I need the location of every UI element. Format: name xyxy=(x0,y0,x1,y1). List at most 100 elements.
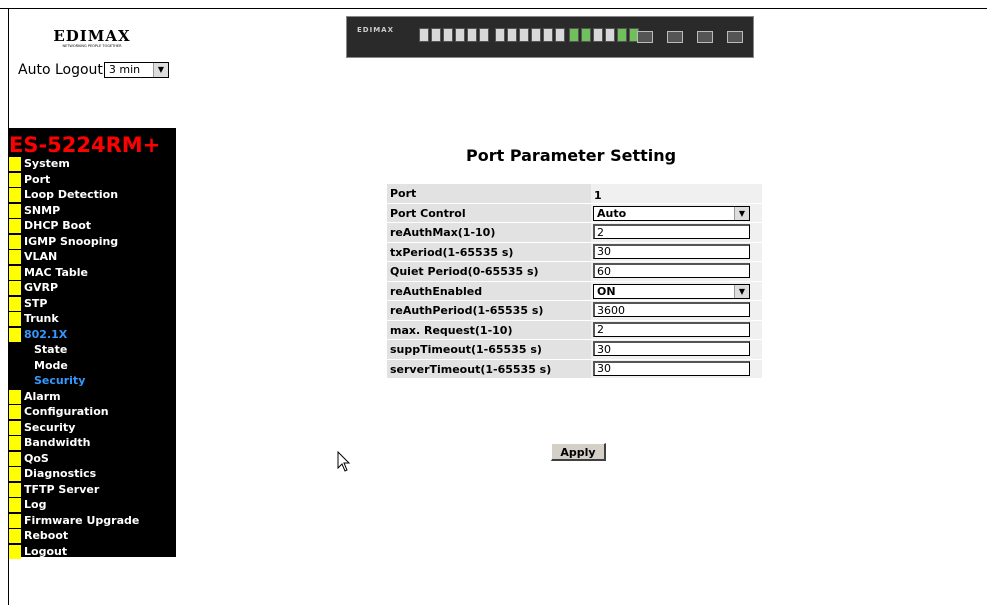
sfp-port-icon xyxy=(697,31,713,43)
bullet-square-icon xyxy=(9,405,21,419)
table-row: Port 1 xyxy=(387,184,762,204)
sidebar-item-tftp-server[interactable]: TFTP Server xyxy=(9,482,176,499)
sidebar-item-log[interactable]: Log xyxy=(9,498,176,514)
port-group-3 xyxy=(569,28,639,46)
quiet-period-input[interactable] xyxy=(593,263,750,278)
sidebar-item-snmp[interactable]: SNMP xyxy=(9,203,176,220)
row-label-servertimeout: serverTimeout(1-65535 s) xyxy=(387,359,591,379)
auto-logout-label: Auto Logout xyxy=(18,62,103,78)
reauthenabled-select[interactable]: ON ▼ xyxy=(593,283,750,299)
row-cell xyxy=(591,320,762,340)
sidebar-item-mac-table[interactable]: MAC Table xyxy=(9,265,176,282)
row-label-reauthperiod: reAuthPeriod(1-65535 s) xyxy=(387,301,591,321)
sidebar-item-dhcp-boot[interactable]: DHCP Boot xyxy=(9,219,176,235)
bullet-square-icon xyxy=(9,296,21,311)
mouse-pointer-icon xyxy=(337,451,351,472)
sfp-port-icon xyxy=(667,31,683,43)
sidebar-item-gvrp[interactable]: GVRP xyxy=(9,281,176,297)
bullet-square-icon xyxy=(9,327,21,342)
txperiod-input[interactable] xyxy=(593,243,750,259)
sidebar-item-label: DHCP Boot xyxy=(24,219,92,232)
reauthperiod-input[interactable] xyxy=(593,302,750,317)
port-icon xyxy=(531,28,541,42)
sidebar-item-label: Security xyxy=(24,420,76,434)
sidebar-item-reboot[interactable]: Reboot xyxy=(9,529,176,545)
sidebar-item-label: Configuration xyxy=(24,405,109,418)
sidebar-item-alarm[interactable]: Alarm xyxy=(9,389,176,406)
sidebar-subitem-security[interactable]: Security xyxy=(9,374,176,390)
row-cell: Auto ▼ xyxy=(591,203,762,223)
sidebar-item-port[interactable]: Port xyxy=(9,172,176,189)
sidebar-menu: System Port Loop Detection SNMP DHCP Boo… xyxy=(9,157,176,560)
sidebar-item-trunk[interactable]: Trunk xyxy=(9,312,176,328)
servertimeout-input[interactable] xyxy=(593,360,750,376)
sidebar-item-diagnostics[interactable]: Diagnostics xyxy=(9,467,176,483)
row-cell xyxy=(591,340,762,360)
table-row: reAuthMax(1-10) xyxy=(387,223,762,243)
sidebar-item-security[interactable]: Security xyxy=(9,420,176,437)
port-icon xyxy=(593,28,603,42)
bullet-square-icon xyxy=(9,234,21,249)
table-row: reAuthPeriod(1-65535 s) xyxy=(387,301,762,321)
table-row: Port Control Auto ▼ xyxy=(387,203,762,223)
auto-logout-value: 3 min xyxy=(108,63,141,76)
port-group-2 xyxy=(495,28,565,46)
port-control-value: Auto xyxy=(597,206,627,220)
port-parameter-table: Port 1 Port Control Auto ▼ reAuthMax(1-1… xyxy=(387,184,762,379)
sidebar-item-label: Firmware Upgrade xyxy=(24,513,140,527)
sidebar-item-system[interactable]: System xyxy=(9,157,176,173)
port-icon xyxy=(455,28,465,42)
sidebar-item-label: Port xyxy=(24,172,51,186)
port-icon xyxy=(617,28,627,42)
table-row: txPeriod(1-65535 s) xyxy=(387,242,762,262)
sidebar-item-8021x[interactable]: 802.1X xyxy=(9,327,176,344)
sidebar-item-vlan[interactable]: VLAN xyxy=(9,250,176,266)
sidebar-item-logout[interactable]: Logout xyxy=(9,544,176,561)
row-cell xyxy=(591,223,762,243)
port-icon xyxy=(569,28,579,42)
row-label-max-request: max. Request(1-10) xyxy=(387,320,591,340)
bullet-square-icon xyxy=(9,498,21,512)
port-icon xyxy=(519,28,529,42)
port-control-select[interactable]: Auto ▼ xyxy=(593,205,750,221)
sidebar-item-label: System xyxy=(24,157,70,170)
sidebar-item-loop-detection[interactable]: Loop Detection xyxy=(9,188,176,204)
auto-logout-select[interactable]: 3 min ▼ xyxy=(103,62,169,78)
sidebar-item-label: Bandwidth xyxy=(24,436,91,449)
sidebar-item-label: Security xyxy=(34,374,86,387)
chevron-down-icon[interactable]: ▼ xyxy=(152,63,168,77)
supptimeout-input[interactable] xyxy=(593,341,750,356)
bullet-square-icon xyxy=(9,157,21,171)
sidebar-item-label: IGMP Snooping xyxy=(24,234,119,248)
row-label-txperiod: txPeriod(1-65535 s) xyxy=(387,242,591,262)
apply-button[interactable]: Apply xyxy=(551,443,606,461)
port-icon xyxy=(495,28,505,42)
sidebar-subitem-mode[interactable]: Mode xyxy=(9,359,176,375)
bullet-square-icon xyxy=(9,265,21,280)
row-cell xyxy=(591,242,762,262)
chevron-down-icon[interactable]: ▼ xyxy=(734,206,749,220)
bullet-square-icon xyxy=(9,529,21,543)
sidebar-item-firmware-upgrade[interactable]: Firmware Upgrade xyxy=(9,513,176,530)
reauthmax-input[interactable] xyxy=(593,224,750,239)
row-label-reauthenabled: reAuthEnabled xyxy=(387,281,591,301)
port-icon xyxy=(555,28,565,42)
table-row: reAuthEnabled ON ▼ xyxy=(387,281,762,301)
sidebar-item-igmp-snooping[interactable]: IGMP Snooping xyxy=(9,234,176,251)
sidebar-item-configuration[interactable]: Configuration xyxy=(9,405,176,421)
table-row: suppTimeout(1-65535 s) xyxy=(387,340,762,360)
sidebar-item-qos[interactable]: QoS xyxy=(9,451,176,468)
max-request-input[interactable] xyxy=(593,321,750,337)
switch-device-image: EDIMAX xyxy=(346,16,754,58)
sidebar-item-bandwidth[interactable]: Bandwidth xyxy=(9,436,176,452)
frame-top-border xyxy=(0,8,987,9)
table-row: serverTimeout(1-65535 s) xyxy=(387,359,762,379)
sidebar-item-label: Alarm xyxy=(24,389,61,403)
bullet-square-icon xyxy=(9,420,21,435)
chevron-down-icon[interactable]: ▼ xyxy=(734,284,749,298)
row-cell xyxy=(591,359,762,379)
sidebar-subitem-state[interactable]: State xyxy=(9,343,176,359)
bullet-square-icon xyxy=(9,312,21,326)
bullet-square-icon xyxy=(9,389,21,404)
sidebar-item-stp[interactable]: STP xyxy=(9,296,176,313)
